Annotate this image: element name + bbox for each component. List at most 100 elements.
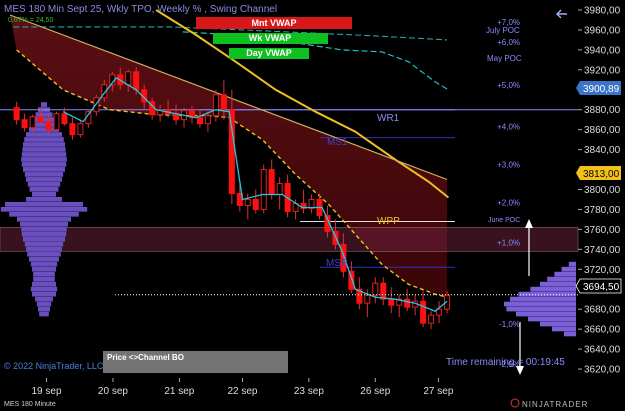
profile-bar <box>17 216 71 222</box>
y-tick-label: 3680,00 <box>584 305 621 316</box>
price-badge-dayvwap: 3900,89 <box>576 81 621 95</box>
profile-bar <box>32 281 56 287</box>
candle-body <box>21 119 28 129</box>
profile-bar <box>33 117 55 122</box>
candle-body <box>77 123 84 136</box>
percent-label: +4,0% <box>497 123 520 132</box>
percent-label: +6,0% <box>497 38 520 47</box>
candle-body <box>212 94 219 117</box>
profile-bar <box>29 187 59 192</box>
candle-body <box>388 298 395 306</box>
profile-bar <box>30 286 58 292</box>
profile-bar <box>510 296 576 302</box>
y-tick-label: 3800,00 <box>584 185 621 196</box>
profile-bar <box>547 276 576 282</box>
percent-label: +1,0% <box>497 238 520 247</box>
profile-bar <box>22 147 66 152</box>
profile-bar <box>23 142 65 147</box>
percent-label: +5,0% <box>497 81 520 90</box>
y-tick-label: 3780,00 <box>584 205 621 216</box>
candle-body <box>125 71 132 86</box>
candle-body <box>204 115 211 125</box>
profile-bar <box>33 276 55 282</box>
x-tick-label: 23 sep <box>294 386 324 397</box>
chart-title: MES 180 Min Sept 25, Wkly TPO, Weekly % … <box>4 4 277 15</box>
y-tick-label: 3960,00 <box>584 25 621 36</box>
x-tick-label: 22 sep <box>227 386 257 397</box>
percent-label: +3,0% <box>497 161 520 170</box>
wk-vwap-button[interactable]: Wk VWAP <box>213 33 328 44</box>
x-tick-label: 27 sep <box>423 386 453 397</box>
candle-body <box>29 116 36 129</box>
candle-body <box>372 282 379 296</box>
candle-body <box>228 109 235 194</box>
mnt-vwap-button[interactable]: Mnt VWAP <box>196 17 352 29</box>
ms1-label: MS1 <box>327 137 348 148</box>
profile-bar <box>35 296 53 302</box>
profile-bar <box>561 266 576 272</box>
profile-bar <box>554 271 576 277</box>
profile-bar <box>29 256 59 262</box>
badge-last-value: 3694,50 <box>583 282 620 293</box>
candle-body <box>404 298 411 308</box>
profile-bar <box>32 291 56 297</box>
price-badge-monthvwap: 3813,00 <box>576 166 621 180</box>
profile-bar <box>24 241 64 247</box>
profile-bar <box>24 137 64 142</box>
candle-body <box>45 121 52 131</box>
profile-bar <box>26 196 62 202</box>
profile-bar <box>23 236 65 242</box>
profile-bar <box>21 152 67 157</box>
wpp-label: WPP <box>377 216 400 227</box>
wk-vwap-label: Wk VWAP <box>249 33 292 43</box>
wr1-label: WR1 <box>377 113 400 124</box>
profile-bar <box>0 206 88 212</box>
percent-label: +2,0% <box>497 198 520 207</box>
may-poc-label: May POC <box>487 54 522 63</box>
y-tick-label: 3880,00 <box>584 105 621 116</box>
profile-bar <box>38 306 50 312</box>
profile-bar <box>530 286 576 292</box>
candle-body <box>196 117 203 125</box>
candle-body <box>69 123 76 136</box>
june-poc-label: June POC <box>488 217 520 224</box>
profile-bar <box>21 157 67 162</box>
profile-bar <box>5 201 83 207</box>
y-tick-label: 3720,00 <box>584 265 621 276</box>
candle-body <box>252 198 259 210</box>
profile-bar <box>528 316 576 322</box>
candle-body <box>53 113 60 131</box>
candle-body <box>37 116 44 123</box>
badge-dayvwap-value: 3900,89 <box>583 84 620 95</box>
candle-body <box>364 294 371 304</box>
profile-bar <box>540 281 576 287</box>
profile-bar <box>32 192 56 197</box>
profile-bar <box>26 132 62 137</box>
profile-bar <box>32 266 56 272</box>
y-tick-label: 3840,00 <box>584 145 621 156</box>
profile-bar <box>516 311 576 317</box>
x-tick-label: 26 sep <box>360 386 390 397</box>
candle-body <box>268 169 275 195</box>
profile-bar <box>23 167 65 172</box>
day-vwap-button[interactable]: Day VWAP <box>229 48 309 59</box>
profile-bar <box>21 231 67 237</box>
channel-bo-label: Price <>Channel BO <box>107 353 184 362</box>
time-remaining: Time remaining = 00:19:45 <box>446 357 565 368</box>
instrument-label: MES 180 Minute <box>4 401 56 408</box>
candle-body <box>420 300 427 324</box>
profile-bar <box>506 306 576 312</box>
profile-bar <box>27 251 61 257</box>
y-tick-label: 3980,00 <box>584 5 621 16</box>
profile-bar <box>9 211 79 217</box>
badge-monthvwap-value: 3813,00 <box>583 169 620 180</box>
profile-bar <box>24 172 64 177</box>
profile-bar <box>564 331 576 337</box>
profile-bar <box>552 326 576 332</box>
profile-bar <box>518 291 576 297</box>
profile-bar <box>568 261 576 267</box>
profile-bar <box>504 301 576 307</box>
profile-bar <box>33 271 55 277</box>
profile-bar <box>21 162 67 167</box>
y-tick-label: 3620,00 <box>584 365 621 376</box>
